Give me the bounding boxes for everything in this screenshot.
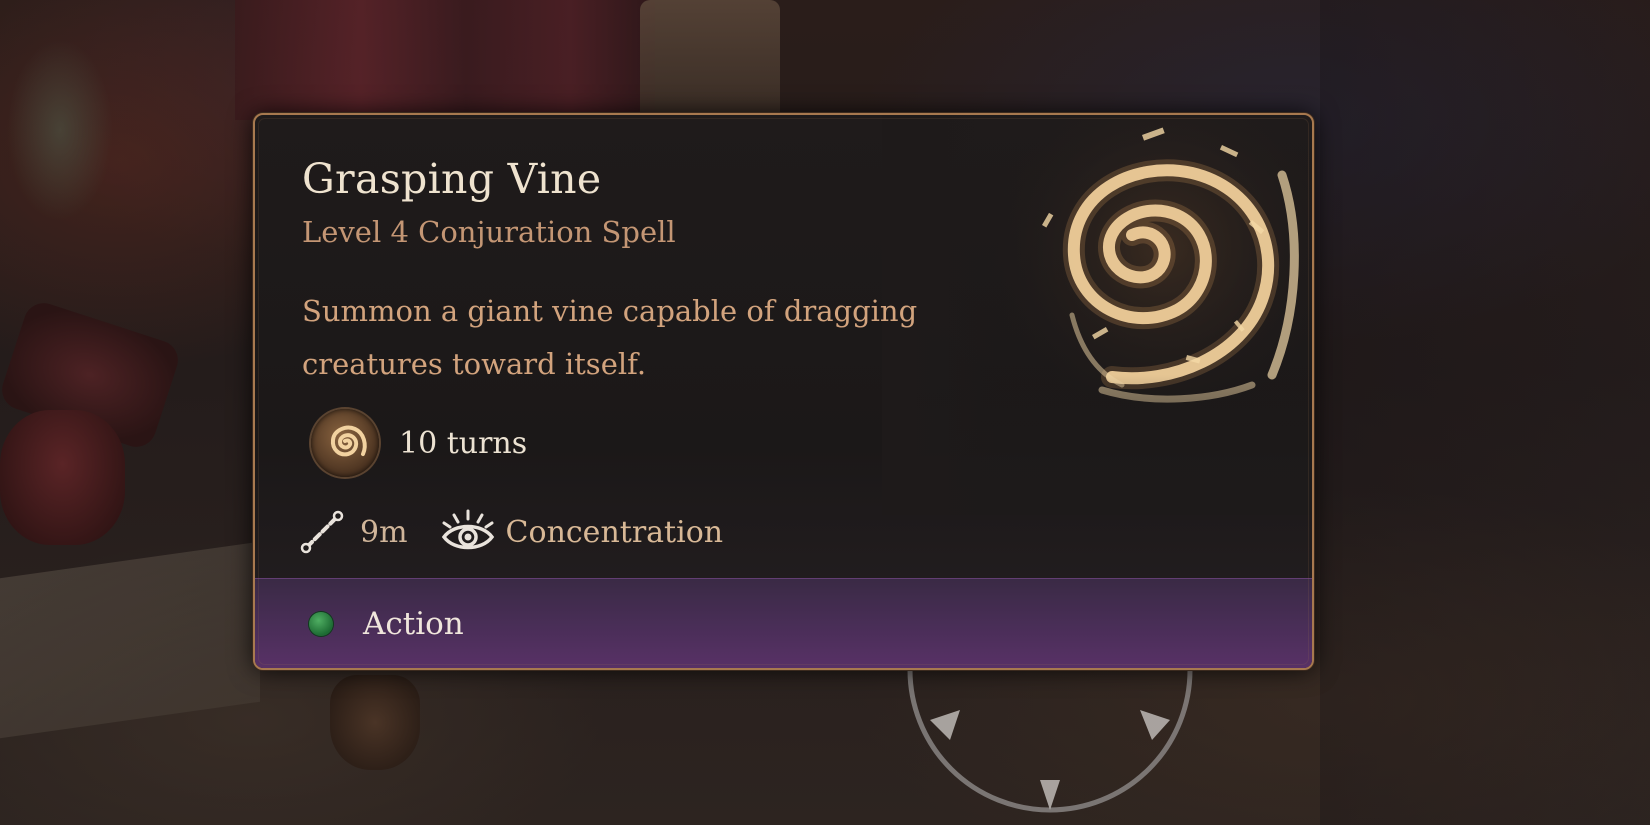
statue-decoration (0, 0, 170, 260)
rug-decoration (0, 541, 260, 739)
spell-subtitle: Level 4 Conjuration Spell (302, 215, 676, 249)
action-cost-bar: Action (255, 578, 1312, 668)
scene-shadow (1320, 0, 1650, 825)
green-dot-icon (309, 611, 333, 636)
chair-decoration (640, 0, 780, 115)
duration-row: 10 turns (311, 409, 527, 477)
spell-tooltip: Grasping Vine Level 4 Conjuration Spell … (253, 113, 1314, 670)
range-value: 9m (360, 514, 408, 550)
concentration-label: Concentration (505, 514, 724, 550)
spell-description: Summon a giant vine capable of dragging … (302, 294, 918, 381)
stool-decoration (0, 410, 125, 545)
spell-meta-row: 9m Concentration (299, 509, 723, 555)
action-cost-label: Action (363, 605, 464, 642)
curtain-decoration (235, 0, 655, 120)
range-line-icon (299, 509, 345, 555)
concentration-eye-icon (440, 509, 496, 555)
spell-name: Grasping Vine (302, 155, 602, 203)
spiral-vine-art-icon (982, 115, 1312, 445)
duration-value: 10 turns (399, 425, 528, 461)
character-boot (330, 675, 420, 770)
spiral-badge-icon (311, 409, 379, 477)
